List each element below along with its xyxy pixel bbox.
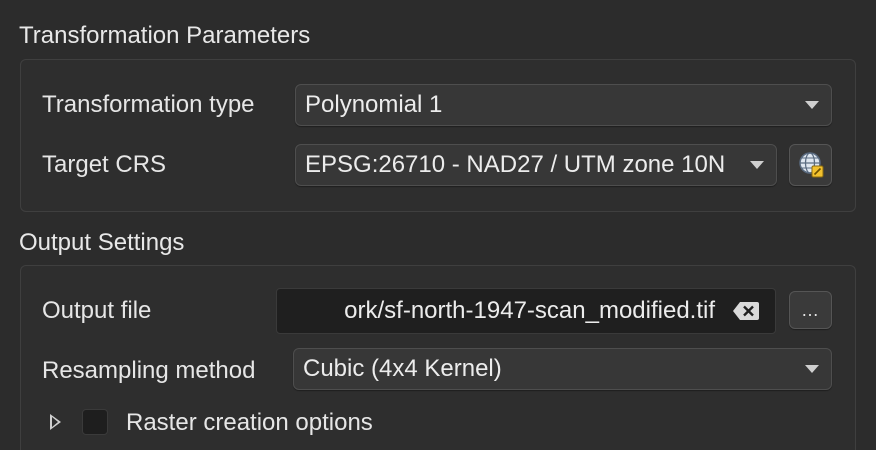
transformation-type-value: Polynomial 1 [305, 91, 443, 118]
browse-button-label: … [801, 300, 820, 320]
disclosure-triangle-icon[interactable] [50, 414, 61, 430]
transformation-parameters-title: Transformation Parameters [19, 22, 311, 49]
browse-button[interactable]: … [789, 291, 832, 329]
georeferencer-transformation-settings: Transformation Parameters Transformation… [0, 0, 876, 450]
target-crs-value: EPSG:26710 - NAD27 / UTM zone 10N [305, 151, 726, 178]
output-settings-title: Output Settings [19, 229, 185, 256]
chevron-down-icon [805, 365, 819, 373]
globe-crs-icon [799, 152, 824, 178]
resampling-method-value: Cubic (4x4 Kernel) [303, 355, 502, 382]
transformation-parameters-group [20, 59, 856, 212]
output-file-label: Output file [42, 297, 152, 324]
raster-creation-options-label[interactable]: Raster creation options [126, 408, 373, 438]
resampling-method-label: Resampling method [42, 357, 256, 384]
target-crs-combo[interactable]: EPSG:26710 - NAD27 / UTM zone 10N [295, 144, 777, 186]
chevron-down-icon [805, 101, 819, 109]
chevron-down-icon [750, 161, 764, 169]
output-file-input[interactable]: ork/sf-north-1947-scan_modified.tif [276, 288, 776, 334]
select-crs-button[interactable] [789, 144, 832, 186]
clear-field-icon[interactable] [732, 301, 760, 321]
raster-creation-options-checkbox[interactable] [82, 409, 108, 435]
transformation-type-combo[interactable]: Polynomial 1 [295, 84, 832, 126]
resampling-method-combo[interactable]: Cubic (4x4 Kernel) [293, 348, 832, 390]
target-crs-label: Target CRS [42, 151, 167, 178]
transformation-type-label: Transformation type [42, 91, 255, 118]
output-file-value: ork/sf-north-1947-scan_modified.tif [344, 297, 715, 324]
